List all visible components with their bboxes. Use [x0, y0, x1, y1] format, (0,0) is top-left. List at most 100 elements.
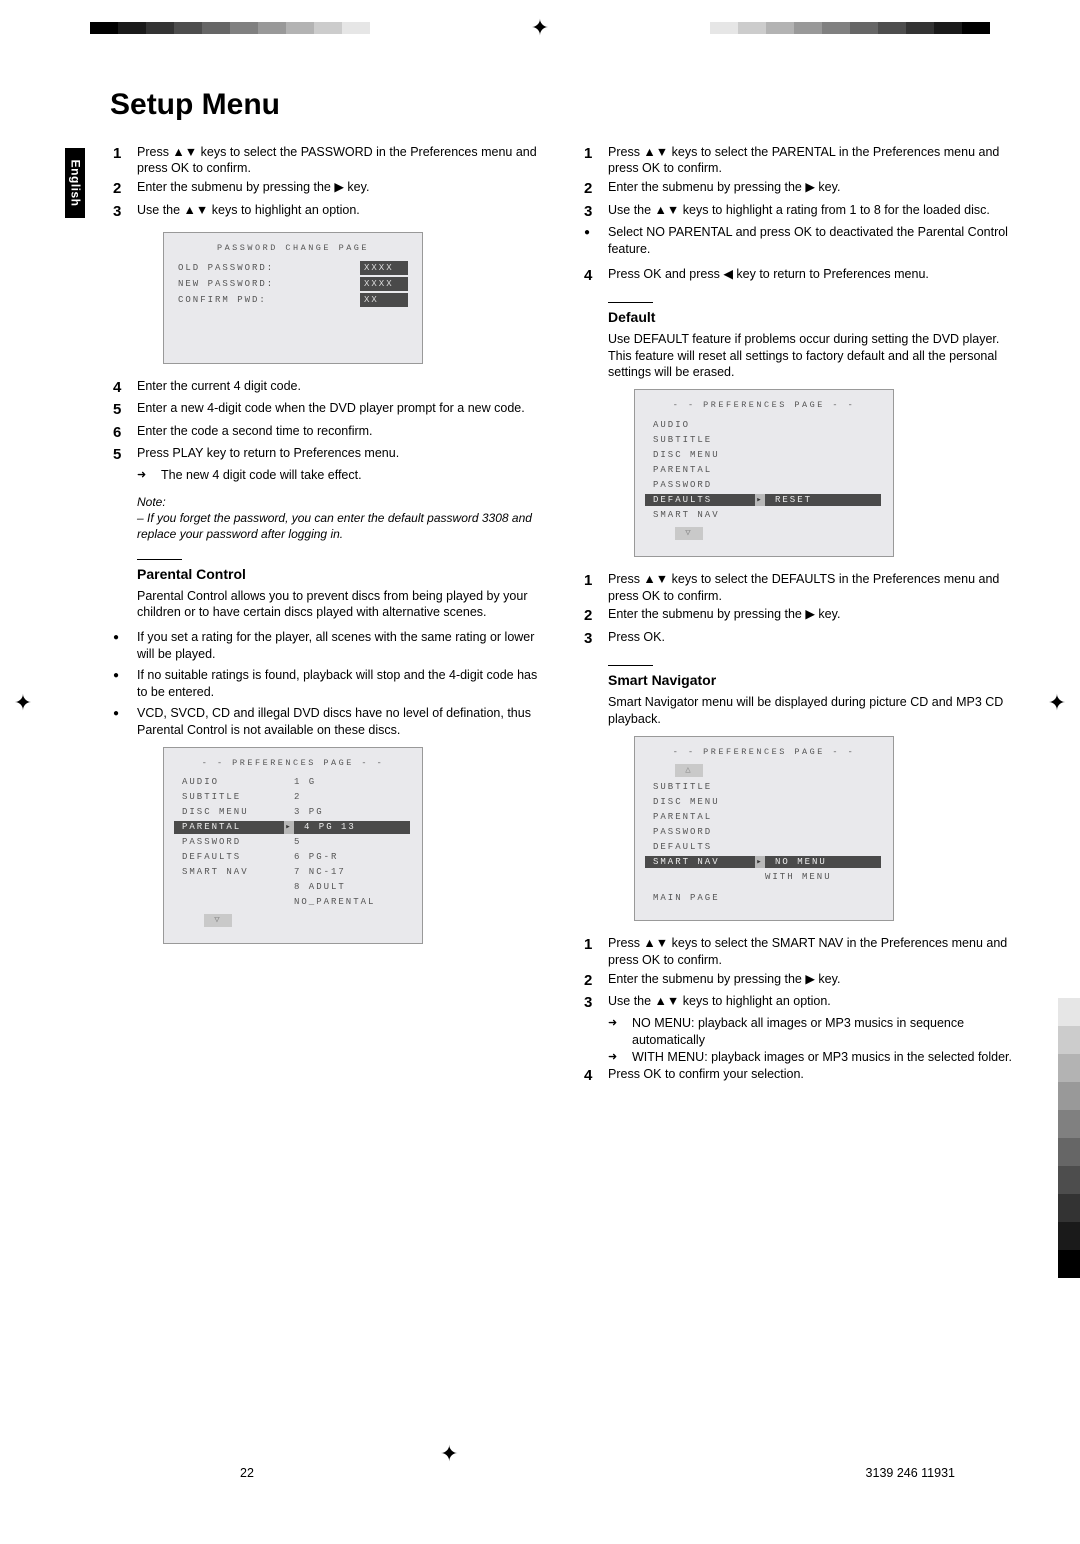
osd-row: SMART NAV▸NO MENU	[635, 854, 893, 869]
parental-steps: 1Press ▲▼ keys to select the PARENTAL in…	[584, 144, 1015, 222]
osd-row: PASSWORD	[635, 824, 893, 839]
scroll-down-icon: ▽	[204, 914, 232, 927]
osd-right: 5	[284, 836, 422, 848]
osd-row: DEFAULTS	[635, 839, 893, 854]
page-content: Setup Menu English 1Press ▲▼ keys to sel…	[65, 85, 1015, 1449]
osd-left: DEFAULTS	[645, 494, 755, 506]
part-number: 3139 246 11931	[866, 1465, 955, 1482]
step-text: Press ▲▼ keys to select the PASSWORD in …	[137, 144, 544, 178]
osd-left: DEFAULTS	[164, 851, 284, 863]
default-heading: Default	[608, 302, 1015, 327]
osd-right: 2	[284, 791, 422, 803]
osd-row: SMART NAV7 NC-17	[164, 865, 422, 880]
osd-left: PARENTAL	[174, 821, 284, 833]
osd-row: DISC MENU3 PG	[164, 805, 422, 820]
osd-left: PASSWORD	[635, 826, 755, 838]
osd-row: PARENTAL	[635, 809, 893, 824]
step-text: Press OK.	[608, 629, 1015, 649]
step-text: Enter the submenu by pressing the ▶ key.	[608, 179, 1015, 199]
osd-row: DISC MENU	[635, 448, 893, 463]
smartnav-osd: - - PREFERENCES PAGE - - △ SUBTITLEDISC …	[634, 736, 894, 922]
osd-row: AUDIO1 G	[164, 775, 422, 790]
osd-row: SUBTITLE	[635, 433, 893, 448]
step: 3Use the ▲▼ keys to highlight an option.	[113, 202, 544, 222]
smartnav-step-4: 4Press OK to confirm your selection.	[584, 1066, 1015, 1086]
osd-left: SMART NAV	[164, 866, 284, 878]
osd-row: DEFAULTS▸RESET	[635, 493, 893, 508]
step-number: 2	[584, 971, 608, 991]
osd-left: DEFAULTS	[635, 841, 755, 853]
step: 2Enter the submenu by pressing the ▶ key…	[584, 606, 1015, 626]
step-text: Enter the current 4 digit code.	[137, 378, 544, 398]
osd-row: PARENTAL▸4 PG 13	[164, 820, 422, 835]
smartnav-steps: 1Press ▲▼ keys to select the SMART NAV i…	[584, 935, 1015, 1013]
step: 1Press ▲▼ keys to select the PASSWORD in…	[113, 144, 544, 178]
option-line: NO MENU: playback all images or MP3 musi…	[608, 1015, 1015, 1049]
osd-value: XXXX	[360, 277, 408, 291]
bullet-text: If no suitable ratings is found, playbac…	[137, 667, 544, 701]
step-text: Enter a new 4-digit code when the DVD pl…	[137, 400, 544, 420]
password-change-osd: PASSWORD CHANGE PAGE OLD PASSWORD:XXXXNE…	[163, 232, 423, 364]
parental-heading: Parental Control	[137, 559, 544, 584]
scroll-up-icon: △	[675, 764, 703, 777]
osd-left: DISC MENU	[164, 806, 284, 818]
language-tab: English	[65, 148, 85, 218]
step-number: 3	[113, 202, 137, 222]
osd-right: NO_PARENTAL	[284, 896, 422, 908]
step-text: Use the ▲▼ keys to highlight an option.	[608, 993, 1015, 1013]
step: 6Enter the code a second time to reconfi…	[113, 423, 544, 443]
registration-top: ✦	[90, 22, 990, 34]
step-text: Press ▲▼ keys to select the SMART NAV in…	[608, 935, 1015, 969]
osd-left: DISC MENU	[635, 796, 755, 808]
osd-right: 7 NC-17	[284, 866, 422, 878]
osd-left: PASSWORD	[164, 836, 284, 848]
step: 2Enter the submenu by pressing the ▶ key…	[584, 971, 1015, 991]
parental-bullets: If you set a rating for the player, all …	[113, 629, 544, 738]
step: 1Press ▲▼ keys to select the DEFAULTS in…	[584, 571, 1015, 605]
osd-right: WITH MENU	[755, 871, 893, 883]
step: 5Press PLAY key to return to Preferences…	[113, 445, 544, 465]
registration-cross-left-icon: ✦	[12, 692, 34, 714]
color-bar	[1058, 970, 1080, 1278]
option-text: WITH MENU: playback images or MP3 musics…	[632, 1049, 1012, 1066]
osd-row: PARENTAL	[635, 463, 893, 478]
osd-left: DISC MENU	[635, 449, 755, 461]
step: 1Press ▲▼ keys to select the SMART NAV i…	[584, 935, 1015, 969]
registration-cross-right-icon: ✦	[1046, 692, 1068, 714]
osd-row: 8 ADULT	[164, 880, 422, 895]
page-title: Setup Menu	[110, 85, 1015, 126]
osd-right: 1 G	[284, 776, 422, 788]
password-steps-b: 4Enter the current 4 digit code.5Enter a…	[113, 378, 544, 465]
osd-row: WITH MENU	[635, 869, 893, 884]
step: 2Enter the submenu by pressing the ▶ key…	[584, 179, 1015, 199]
osd-left: AUDIO	[164, 776, 284, 788]
osd-left: PASSWORD	[635, 479, 755, 491]
step-number: 2	[113, 179, 137, 199]
bullet-text: Select NO PARENTAL and press OK to deact…	[608, 224, 1015, 258]
step-number: 3	[584, 202, 608, 222]
osd-right: RESET	[765, 494, 881, 506]
password-steps-a: 1Press ▲▼ keys to select the PASSWORD in…	[113, 144, 544, 222]
smart-intro: Smart Navigator menu will be displayed d…	[608, 694, 1015, 728]
osd-value: XX	[360, 293, 408, 307]
osd-title: - - PREFERENCES PAGE - -	[635, 400, 893, 417]
parental-extra-bullet: Select NO PARENTAL and press OK to deact…	[584, 224, 1015, 258]
osd-row: NEW PASSWORD:XXXX	[178, 276, 408, 292]
step-text: Use the ▲▼ keys to highlight a rating fr…	[608, 202, 1015, 222]
gray-strip-right	[710, 22, 990, 34]
osd-row: OLD PASSWORD:XXXX	[178, 260, 408, 276]
parental-osd: - - PREFERENCES PAGE - - AUDIO1 GSUBTITL…	[163, 747, 423, 944]
step-text: Press ▲▼ keys to select the DEFAULTS in …	[608, 571, 1015, 605]
gray-strip-left	[90, 22, 370, 34]
step: 1Press ▲▼ keys to select the PARENTAL in…	[584, 144, 1015, 178]
step-text: Enter the submenu by pressing the ▶ key.	[137, 179, 544, 199]
bullet-text: VCD, SVCD, CD and illegal DVD discs have…	[137, 705, 544, 739]
step-text: Enter the submenu by pressing the ▶ key.	[608, 606, 1015, 626]
step-number: 5	[113, 445, 137, 465]
note-label: Note:	[137, 494, 544, 510]
bullet-text: If you set a rating for the player, all …	[137, 629, 544, 663]
step-text: Enter the code a second time to reconfir…	[137, 423, 544, 443]
step-number: 3	[584, 629, 608, 649]
osd-title: PASSWORD CHANGE PAGE	[178, 243, 408, 260]
osd-row: DEFAULTS6 PG-R	[164, 850, 422, 865]
